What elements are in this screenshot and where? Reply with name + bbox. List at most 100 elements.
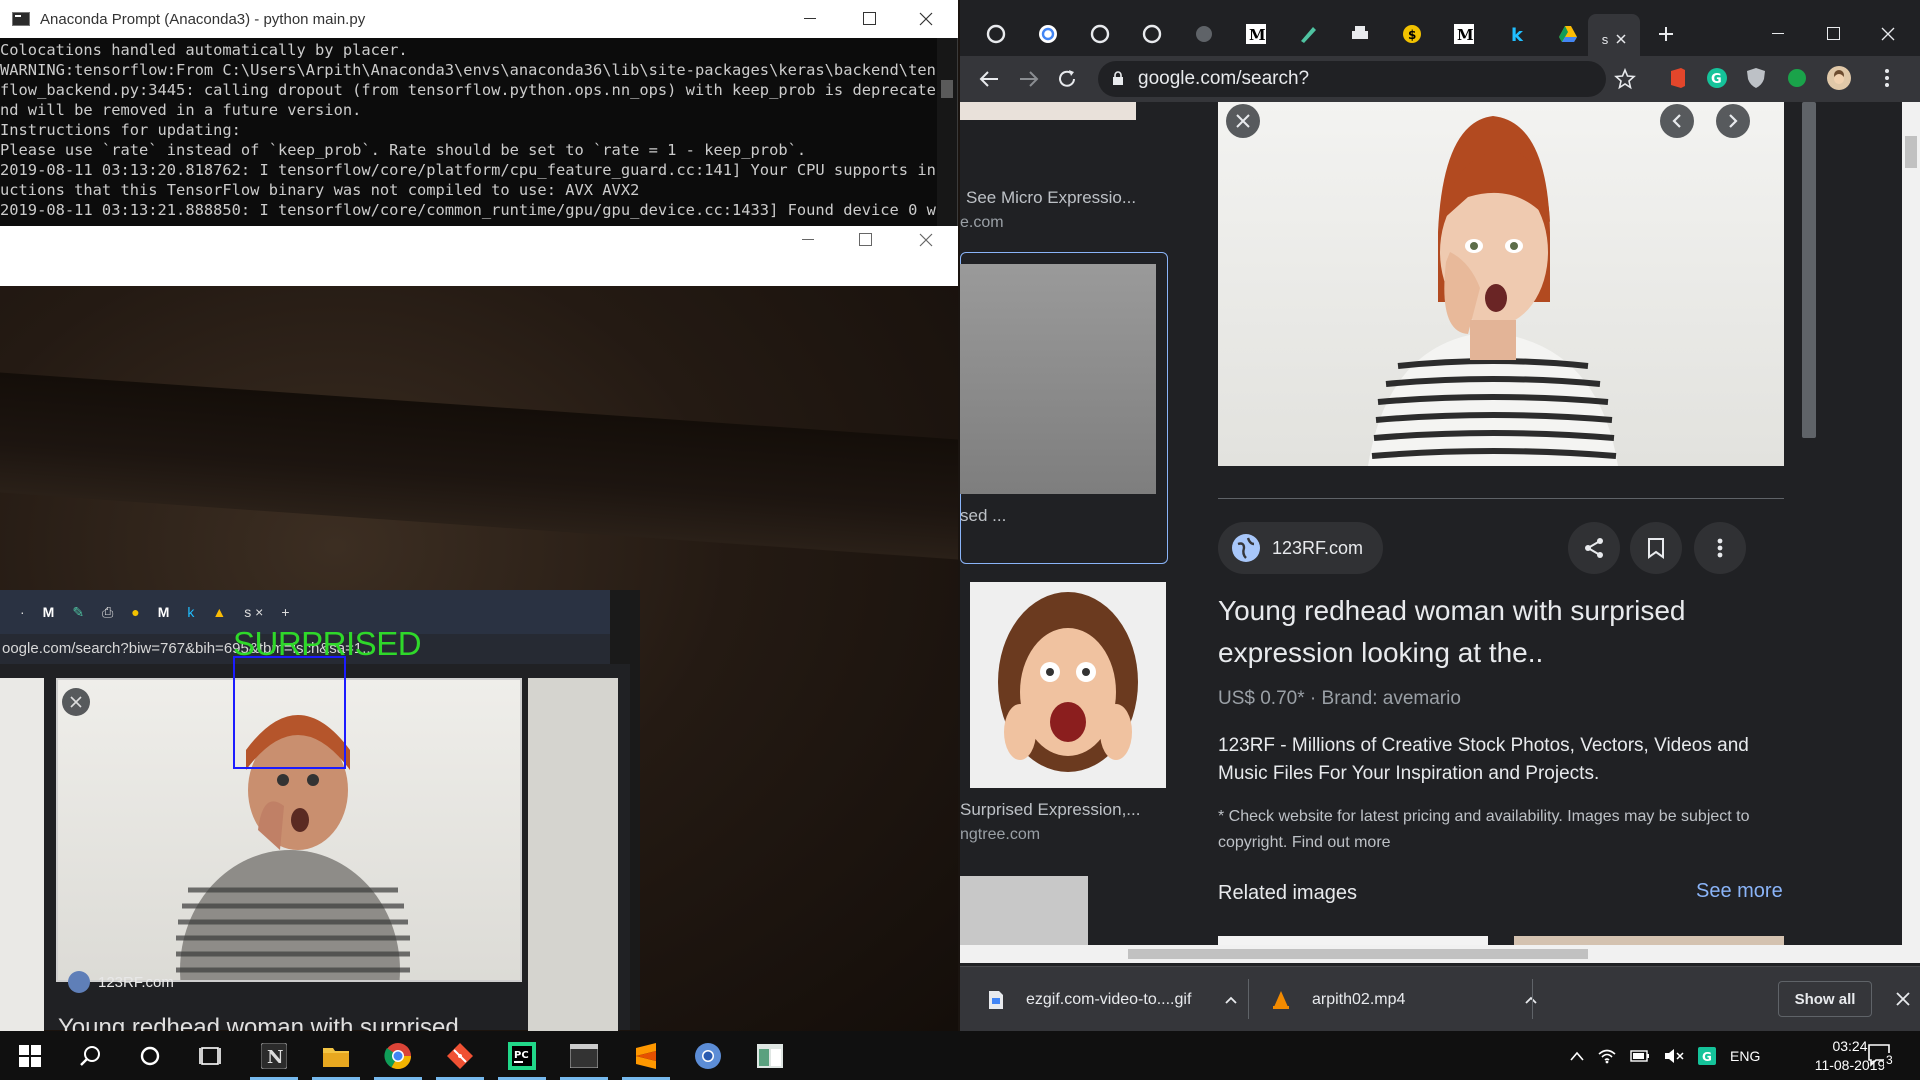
webcam-minimize-button[interactable] xyxy=(780,226,836,254)
chrome-close-button[interactable] xyxy=(1866,20,1910,48)
console-title: Anaconda Prompt (Anaconda3) - python mai… xyxy=(40,10,366,28)
action-center-button[interactable]: 3 xyxy=(1866,1041,1895,1069)
brand: Brand: avemario xyxy=(1321,688,1461,709)
chevron-up-icon[interactable] xyxy=(1225,996,1238,1004)
tab-dollar[interactable]: $ xyxy=(1390,20,1434,48)
result-image-2[interactable] xyxy=(960,264,1156,494)
taskbar-chrome-alt[interactable] xyxy=(680,1031,736,1080)
result-image-4[interactable] xyxy=(960,876,1088,945)
page-scrollbar[interactable] xyxy=(1902,102,1920,945)
webcam-maximize-button[interactable] xyxy=(838,226,894,254)
related-image-2[interactable] xyxy=(1514,936,1784,945)
back-button[interactable] xyxy=(978,68,1000,90)
tab-blank[interactable] xyxy=(1182,20,1226,48)
forward-button[interactable] xyxy=(1018,68,1040,90)
console-scroll-thumb[interactable] xyxy=(941,80,953,98)
find-out-more-link[interactable]: Find out more xyxy=(1292,834,1391,851)
previous-image-button[interactable] xyxy=(1660,104,1694,138)
save-button[interactable] xyxy=(1630,522,1682,574)
cortana-icon xyxy=(140,1046,160,1065)
download-item-2[interactable]: arpith02.mp4 xyxy=(1272,967,1538,1032)
result-caption-3[interactable]: Surprised Expression,... xyxy=(960,800,1140,820)
tab-pen[interactable] xyxy=(1286,20,1330,48)
search-button[interactable] xyxy=(62,1031,118,1080)
cortana-button[interactable] xyxy=(122,1031,178,1080)
taskbar-app[interactable] xyxy=(742,1031,798,1080)
horizontal-scroll-thumb[interactable] xyxy=(1128,949,1588,959)
address-bar[interactable]: google.com/search?biw=767&bih=695&tbm=is… xyxy=(1098,61,1606,125)
grammarly-extension[interactable]: G xyxy=(1706,67,1728,89)
tab-github[interactable] xyxy=(974,20,1018,48)
tab-github-2[interactable] xyxy=(1078,20,1122,48)
chrome-tabbar[interactable]: M $ M k s xyxy=(960,0,1920,64)
close-preview-button[interactable] xyxy=(1226,104,1260,138)
result-caption-1[interactable]: See Micro Expressio... xyxy=(966,188,1136,208)
webcam-close-button[interactable] xyxy=(898,226,954,254)
tab-drive[interactable] xyxy=(1546,20,1590,48)
chrome-maximize-button[interactable] xyxy=(1812,20,1856,48)
close-button[interactable] xyxy=(898,0,954,38)
taskbar-chrome[interactable] xyxy=(370,1031,426,1080)
console-window[interactable]: Anaconda Prompt (Anaconda3) - python mai… xyxy=(0,0,958,226)
console-titlebar[interactable]: Anaconda Prompt (Anaconda3) - python mai… xyxy=(0,0,958,38)
system-tray: G ENG xyxy=(1570,1031,1760,1080)
task-view-button[interactable] xyxy=(182,1031,238,1080)
taskbar-sublime[interactable] xyxy=(618,1031,674,1080)
close-tab-icon[interactable] xyxy=(1616,34,1626,44)
volume-muted-icon[interactable] xyxy=(1664,1048,1684,1064)
maximize-button[interactable] xyxy=(842,0,898,38)
wifi-icon[interactable] xyxy=(1598,1048,1616,1064)
webcam-window[interactable]: · M ✎ ⎙ ● M k ▲ s × + oogle.com/search?b… xyxy=(0,226,958,1031)
next-image-button[interactable] xyxy=(1716,104,1750,138)
tab-kaggle[interactable]: k xyxy=(1494,20,1538,48)
chrome-menu-button[interactable] xyxy=(1884,67,1890,89)
see-more-link[interactable]: See more xyxy=(1696,880,1783,903)
close-downloads-button[interactable] xyxy=(1896,992,1910,1006)
chevron-up-icon[interactable] xyxy=(1570,1051,1584,1061)
webcam-titlebar[interactable] xyxy=(0,226,958,286)
office-extension[interactable] xyxy=(1668,67,1688,89)
preview-scrollbar[interactable] xyxy=(1798,102,1818,945)
start-button[interactable] xyxy=(2,1031,58,1080)
taskbar-pycharm[interactable]: PC xyxy=(494,1031,550,1080)
reload-button[interactable] xyxy=(1056,68,1078,90)
battery-icon[interactable] xyxy=(1630,1049,1650,1062)
page-scroll-thumb[interactable] xyxy=(1905,136,1917,168)
preview-image[interactable] xyxy=(1218,102,1784,466)
pricing-note: * Check website for latest pricing and a… xyxy=(1218,804,1788,856)
minimize-button[interactable] xyxy=(782,0,838,38)
result-image-3[interactable] xyxy=(970,582,1166,788)
image-title[interactable]: Young redhead woman with surprised expre… xyxy=(1218,590,1778,674)
tab-medium-2[interactable]: M xyxy=(1442,20,1486,48)
new-tab-button[interactable] xyxy=(1644,20,1688,48)
bookmark-star-button[interactable] xyxy=(1614,68,1636,90)
surprised-illustration xyxy=(998,592,1138,772)
language-indicator[interactable]: ENG xyxy=(1730,1048,1760,1064)
show-all-button[interactable]: Show all xyxy=(1778,981,1872,1017)
site-chip[interactable]: 123RF.com xyxy=(1218,522,1384,574)
laptop-tab-icon: · xyxy=(20,604,25,620)
tab-medium[interactable]: M xyxy=(1234,20,1278,48)
taskbar-file-explorer[interactable] xyxy=(308,1031,364,1080)
preview-scroll-thumb[interactable] xyxy=(1802,102,1816,438)
console-scrollbar[interactable] xyxy=(937,38,957,226)
tab-printer[interactable] xyxy=(1338,20,1382,48)
taskbar-notion[interactable]: N xyxy=(246,1031,302,1080)
share-button[interactable] xyxy=(1568,522,1620,574)
download-item-1[interactable]: ezgif.com-video-to....gif xyxy=(988,967,1238,1032)
profile-button[interactable] xyxy=(1826,65,1852,91)
tab-github-3[interactable] xyxy=(1130,20,1174,48)
grammarly-tray-icon[interactable]: G xyxy=(1698,1046,1716,1065)
green-extension[interactable] xyxy=(1786,67,1808,89)
tab-google[interactable] xyxy=(1026,20,1070,48)
result-image-1[interactable] xyxy=(960,102,1136,120)
result-caption-2[interactable]: sed ... xyxy=(960,506,1006,526)
chrome-window[interactable]: M $ M k s google.com/search?biw=767&bih=… xyxy=(960,0,1920,1031)
taskbar-terminal[interactable] xyxy=(556,1031,612,1080)
chrome-minimize-button[interactable] xyxy=(1756,20,1800,48)
related-image-1[interactable] xyxy=(1218,936,1488,945)
more-options-button[interactable] xyxy=(1694,522,1746,574)
taskbar-git[interactable] xyxy=(432,1031,488,1080)
shield-extension[interactable] xyxy=(1746,67,1766,89)
horizontal-scrollbar[interactable] xyxy=(960,945,1920,963)
